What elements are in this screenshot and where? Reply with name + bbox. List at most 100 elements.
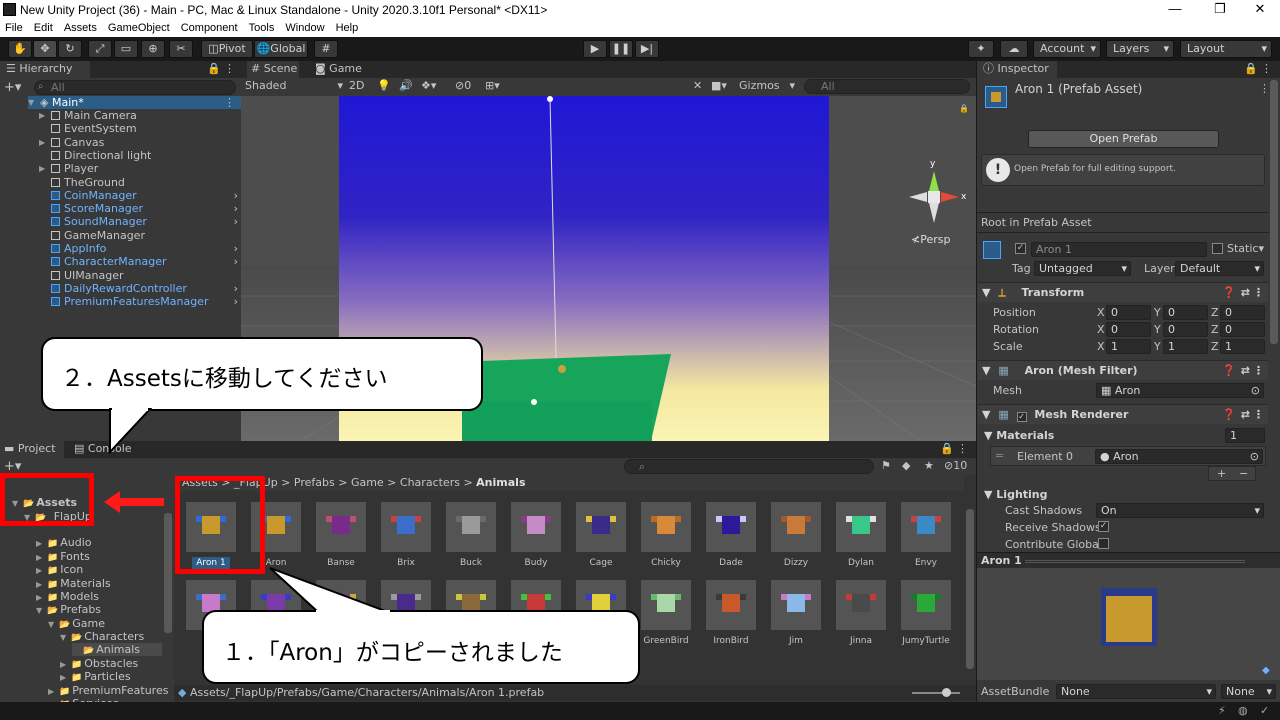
more-icon[interactable]: ⋮	[1253, 283, 1264, 302]
renderer-enabled-checkbox[interactable]: ✓	[1016, 412, 1027, 422]
open-prefab-button[interactable]: Open Prefab	[1028, 130, 1219, 148]
transform-value-field[interactable]: 0	[1163, 322, 1208, 337]
step-button[interactable]: ▶|	[635, 40, 659, 58]
add-icon[interactable]: +▾	[4, 459, 21, 474]
hierarchy-item[interactable]: ▶ Player	[39, 162, 240, 175]
folder-item[interactable]: ▼ 📂 Characters	[60, 630, 144, 643]
hierarchy-item[interactable]: ScoreManager ›	[40, 202, 240, 215]
layout-dropdown[interactable]: Layout ▾	[1180, 40, 1272, 58]
more-icon[interactable]: ⋮	[1259, 82, 1270, 95]
project-search-input[interactable]: ⌕	[624, 459, 874, 474]
asset-item[interactable]: GreenBird	[636, 580, 696, 646]
tab-inspector[interactable]: ⓘ Inspector	[977, 61, 1057, 78]
transform-value-field[interactable]: 0	[1163, 305, 1208, 320]
expand-arrow-icon[interactable]: ▼	[60, 633, 71, 642]
more-icon[interactable]: ⋮	[957, 442, 968, 455]
folder-item[interactable]: ▶ 📁 Obstacles	[60, 657, 138, 670]
menu-edit[interactable]: Edit	[34, 22, 53, 34]
folder-item[interactable]: ▼ 📂 Prefabs	[36, 603, 101, 616]
static-dropdown[interactable]: Static▾	[1227, 242, 1264, 255]
hierarchy-item[interactable]: EventSystem	[40, 122, 240, 135]
cloud-icon[interactable]: ☁	[1000, 40, 1028, 58]
tree-scrollbar[interactable]	[164, 513, 172, 633]
hierarchy-item[interactable]: UIManager	[40, 269, 240, 282]
asset-item[interactable]: Dylan	[831, 502, 891, 568]
lighting-foldout[interactable]: ▼ Lighting	[984, 488, 1048, 501]
help-icon[interactable]: ❓	[1222, 361, 1236, 380]
zoom-slider-handle[interactable]	[942, 688, 951, 697]
chevron-right-icon[interactable]: ›	[234, 282, 238, 295]
object-name-field[interactable]: Aron 1	[1031, 242, 1207, 257]
asset-item[interactable]: Jim	[766, 580, 826, 646]
asset-item[interactable]: Envy	[896, 502, 956, 568]
lighting-icon[interactable]: 💡	[377, 79, 391, 92]
remove-element-button[interactable]: −	[1239, 467, 1248, 480]
hierarchy-item[interactable]: PremiumFeaturesManager ›	[40, 295, 240, 308]
transform-value-field[interactable]: 0	[1220, 322, 1265, 337]
transform-tool-icon[interactable]: ⊕	[141, 40, 165, 58]
tab-scene[interactable]: # Scene	[247, 61, 299, 78]
folder-item[interactable]: ▶ 📁 Audio	[36, 536, 91, 549]
asset-scrollbar[interactable]	[966, 509, 974, 669]
cast-shadows-dropdown[interactable]: On ▾	[1096, 503, 1264, 518]
persp-label[interactable]: ≮Persp	[911, 233, 950, 246]
rect-tool-icon[interactable]: ▭	[114, 40, 138, 58]
transform-header[interactable]: ▼ ⟂ Transform ❓ ⇄ ⋮	[978, 282, 1268, 302]
auto-generate-lighting-icon[interactable]: ⚡	[1218, 704, 1226, 717]
move-tool-icon[interactable]: ✥	[33, 40, 57, 58]
asset-item[interactable]: Chicky	[636, 502, 696, 568]
help-icon[interactable]: ❓	[1222, 283, 1236, 302]
menu-component[interactable]: Component	[181, 22, 238, 34]
menu-tools[interactable]: Tools	[249, 22, 275, 34]
preset-icon[interactable]: ⇄	[1241, 361, 1250, 380]
lock-icon[interactable]: 🔒	[959, 104, 969, 113]
tag-dropdown[interactable]: Untagged ▾	[1034, 261, 1131, 276]
hierarchy-search-input[interactable]: All	[34, 80, 236, 95]
tag-icon[interactable]: ◆	[1262, 665, 1270, 676]
breadcrumb-item[interactable]: Characters	[400, 476, 460, 489]
tab-project[interactable]: ▬ Project	[0, 441, 64, 458]
preview-header[interactable]: Aron 1	[977, 552, 1280, 568]
add-element-button[interactable]: +	[1217, 467, 1226, 480]
more-icon[interactable]: ⋮	[1253, 405, 1264, 424]
expand-arrow-icon[interactable]: ▶	[39, 136, 45, 149]
expand-arrow-icon[interactable]: ▶	[48, 687, 59, 696]
chevron-right-icon[interactable]: ›	[234, 215, 238, 228]
asset-item[interactable]: Brix	[376, 502, 436, 568]
asset-item[interactable]: JumyTurtle	[896, 580, 956, 646]
active-checkbox[interactable]: ✓	[1015, 243, 1026, 254]
object-picker-icon[interactable]: ⊙	[1251, 384, 1260, 397]
folder-item[interactable]: ▶ 📁 Icon	[36, 563, 83, 576]
tab-hierarchy[interactable]: ☰ Hierarchy	[0, 61, 90, 78]
chevron-right-icon[interactable]: ›	[234, 202, 238, 215]
asset-item[interactable]: Dade	[701, 502, 761, 568]
transform-value-field[interactable]: 1	[1106, 339, 1151, 354]
folder-item[interactable]: ▶ 📁 Models	[36, 590, 99, 603]
gizmos-dropdown[interactable]: Gizmos ▾	[739, 79, 795, 92]
drag-handle-icon[interactable]: =	[995, 449, 1004, 462]
layers-dropdown[interactable]: Layers ▾	[1106, 40, 1174, 58]
filter-label-icon[interactable]: ◆	[902, 459, 910, 472]
scene-search-input[interactable]: All	[804, 79, 970, 94]
hierarchy-item[interactable]: SoundManager ›	[40, 215, 240, 228]
camera-icon[interactable]: ■▾	[711, 79, 727, 92]
grid-icon[interactable]: ⊞▾	[485, 79, 500, 92]
expand-arrow-icon[interactable]: ▶	[39, 162, 45, 175]
hierarchy-item[interactable]: TheGround	[40, 176, 240, 189]
expand-arrow-icon[interactable]: ▶	[36, 580, 47, 589]
chevron-right-icon[interactable]: ›	[234, 255, 238, 268]
transform-value-field[interactable]: 0	[1106, 322, 1151, 337]
mesh-field[interactable]: ▦ Aron ⊙	[1096, 383, 1264, 398]
receive-shadows-checkbox[interactable]: ✓	[1098, 521, 1109, 532]
minimize-button[interactable]: —	[1160, 1, 1190, 16]
expand-arrow-icon[interactable]: ▼	[48, 620, 59, 629]
more-icon[interactable]: ⋮	[1261, 62, 1272, 75]
custom-tool-icon[interactable]: ✂	[169, 40, 193, 58]
asset-item[interactable]: Buck	[441, 502, 501, 568]
play-button[interactable]: ▶	[583, 40, 607, 58]
mesh-filter-header[interactable]: ▼ ▦ Aron (Mesh Filter) ❓ ⇄ ⋮	[978, 360, 1268, 380]
object-picker-icon[interactable]: ⊙	[1250, 450, 1259, 463]
transform-value-field[interactable]: 1	[1163, 339, 1208, 354]
hand-tool-icon[interactable]: ✋	[8, 40, 32, 58]
add-icon[interactable]: +▾	[4, 80, 21, 95]
